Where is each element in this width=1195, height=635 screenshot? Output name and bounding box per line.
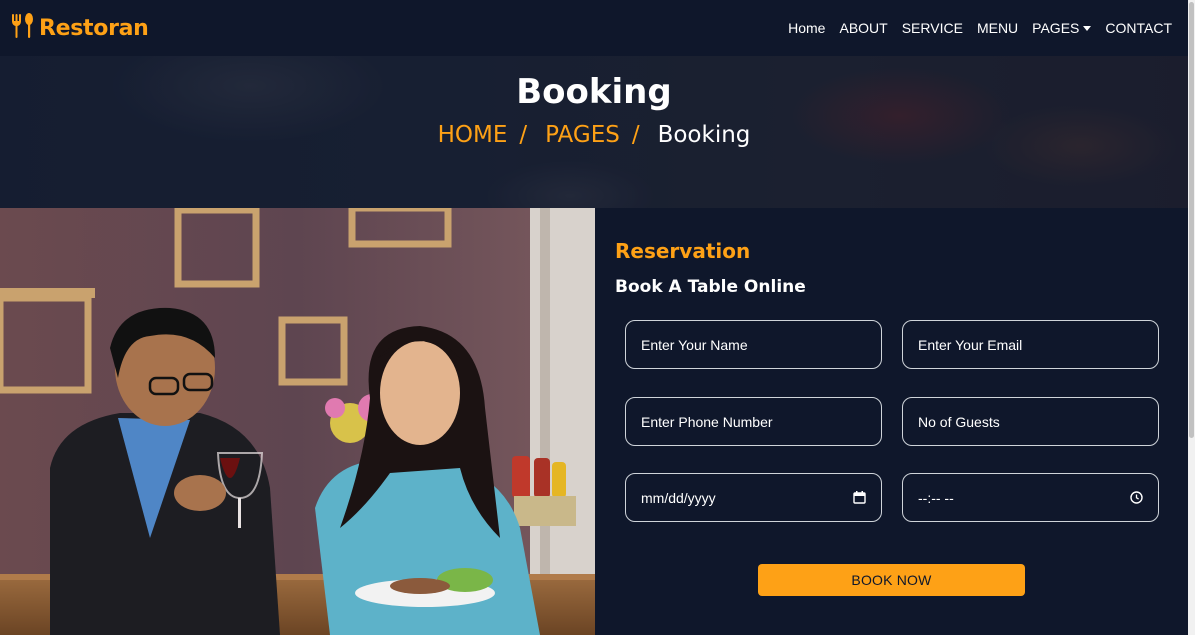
email-placeholder: Enter Your Email [918,336,1023,353]
utensils-icon [10,12,36,45]
name-input[interactable]: Enter Your Name [625,320,882,369]
nav-about[interactable]: ABOUT [839,20,887,36]
navbar: Restoran Home ABOUT SERVICE MENU PAGES C… [0,0,1188,56]
phone-placeholder: Enter Phone Number [641,413,773,430]
nav-contact[interactable]: CONTACT [1105,20,1172,36]
breadcrumb: HOME / PAGES / Booking [0,122,1188,148]
section-label: Reservation [615,239,751,263]
reservation-section: Reservation Book A Table Online Enter Yo… [595,208,1188,635]
time-input[interactable]: --:-- -- [902,473,1159,522]
page-header-hero: Booking HOME / PAGES / Booking [0,56,1188,208]
date-input[interactable]: mm/dd/yyyy [625,473,882,522]
phone-input[interactable]: Enter Phone Number [625,397,882,446]
restaurant-couple-photo [0,208,595,635]
guests-placeholder: No of Guests [918,413,1000,430]
page-scrollbar[interactable] [1188,0,1195,635]
nav-home[interactable]: Home [788,20,825,36]
breadcrumb-home[interactable]: HOME [438,122,508,148]
nav-about-label: ABOUT [839,20,888,36]
brand-logo[interactable]: Restoran [10,12,149,45]
guests-input[interactable]: No of Guests [902,397,1159,446]
email-input[interactable]: Enter Your Email [902,320,1159,369]
main-nav: Home ABOUT SERVICE MENU PAGES CONTACT [774,0,1172,56]
nav-service-label: SERVICE [901,20,963,36]
date-placeholder: mm/dd/yyyy [641,489,716,506]
book-now-button[interactable]: BOOK NOW [758,564,1025,596]
nav-pages-label: PAGES [1032,20,1080,36]
breadcrumb-pages[interactable]: PAGES [545,122,620,148]
caret-down-icon [1083,26,1092,31]
name-placeholder: Enter Your Name [641,336,748,353]
breadcrumb-separator: / [631,122,640,148]
nav-pages-dropdown[interactable]: PAGES [1032,20,1092,36]
nav-menu[interactable]: MENU [977,20,1018,36]
scrollbar-thumb[interactable] [1189,2,1194,438]
time-placeholder: --:-- -- [918,489,954,506]
nav-menu-label: MENU [976,20,1019,36]
brand-name: Restoran [39,16,149,41]
breadcrumb-current: Booking [657,122,751,148]
nav-contact-label: CONTACT [1105,20,1172,36]
nav-home-label: Home [788,20,826,36]
clock-icon[interactable] [1130,491,1143,507]
breadcrumb-separator: / [519,122,528,148]
page-title: Booking [516,72,672,112]
section-heading: Book A Table Online [615,277,806,297]
nav-service[interactable]: SERVICE [902,20,963,36]
calendar-icon[interactable] [853,491,866,507]
